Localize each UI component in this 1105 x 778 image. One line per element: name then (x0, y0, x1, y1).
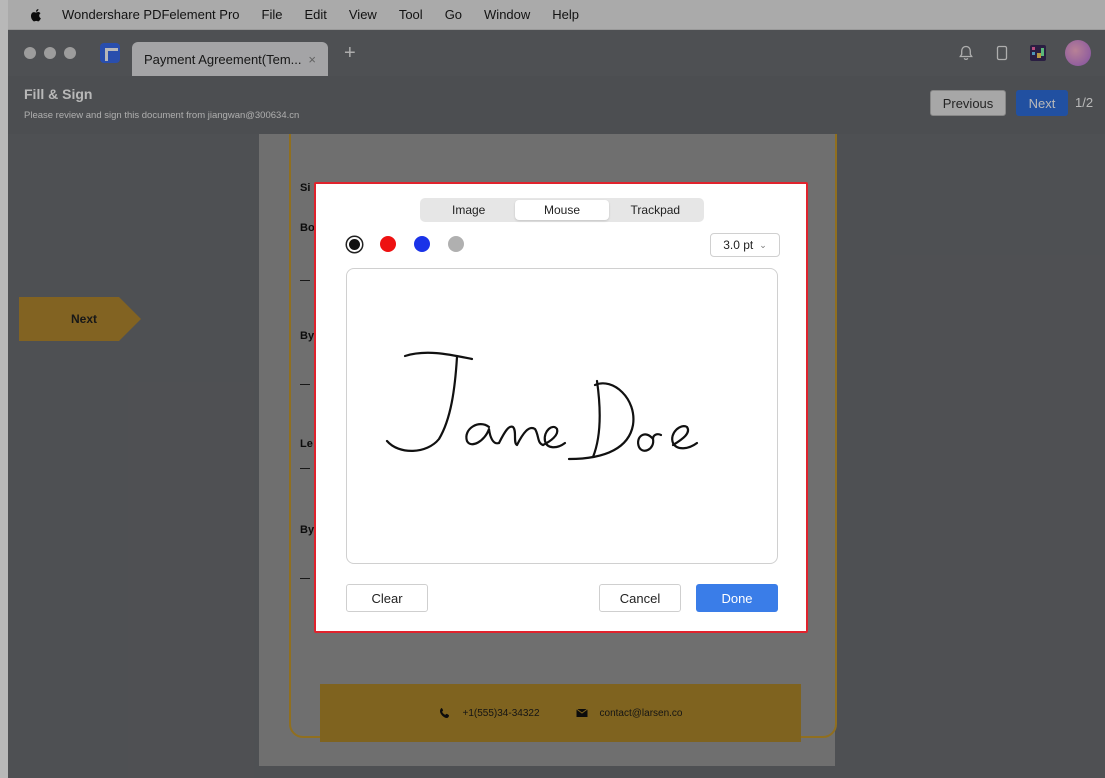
color-black-swatch[interactable] (348, 238, 360, 250)
color-gray-swatch[interactable] (448, 236, 464, 252)
tab-mouse[interactable]: Mouse (515, 200, 609, 220)
handwritten-signature (385, 351, 699, 461)
chevron-down-icon: ⌄ (759, 239, 767, 250)
ink-color-picker (346, 236, 464, 252)
color-blue-swatch[interactable] (414, 236, 430, 252)
color-red-swatch[interactable] (380, 236, 396, 252)
cancel-button[interactable]: Cancel (599, 584, 681, 612)
stroke-width-select[interactable]: 3.0 pt ⌄ (710, 233, 780, 257)
tab-image[interactable]: Image (422, 200, 515, 220)
clear-button[interactable]: Clear (346, 584, 428, 612)
stroke-width-value: 3.0 pt (723, 238, 754, 252)
input-method-tabs: Image Mouse Trackpad (420, 198, 704, 222)
signature-canvas[interactable] (346, 268, 778, 564)
done-button[interactable]: Done (696, 584, 778, 612)
signature-dialog: Image Mouse Trackpad 3.0 pt ⌄ Clear Canc… (314, 182, 808, 633)
tab-trackpad[interactable]: Trackpad (609, 200, 702, 220)
